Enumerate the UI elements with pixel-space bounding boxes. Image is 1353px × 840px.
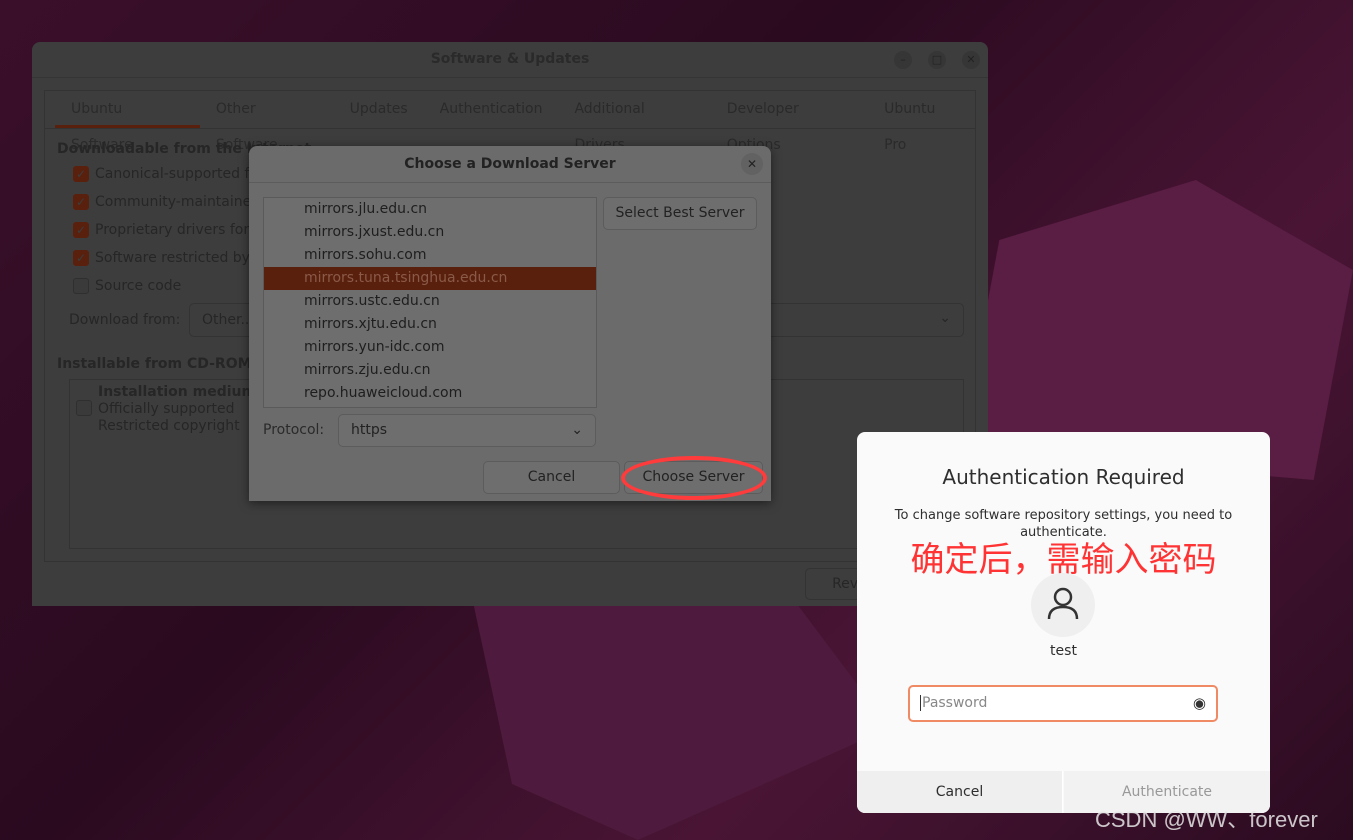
protocol-label: Protocol: [263, 422, 325, 438]
checkbox-unchecked-icon[interactable] [76, 400, 92, 416]
cdrom-line1: Officially supported [98, 401, 235, 417]
server-list: mirrors.jlu.edu.cn mirrors.jxust.edu.cn mi… [263, 197, 597, 408]
protocol-value: https [351, 422, 388, 438]
user-icon [1047, 587, 1079, 620]
checkbox-unchecked-icon [73, 278, 89, 294]
tab-additional-drivers[interactable]: Additional Drivers [558, 91, 710, 153]
cdrom-line2: Restricted copyright [98, 418, 240, 434]
server-list-item[interactable]: mirrors.xjtu.edu.cn [264, 313, 596, 336]
download-from-label: Download from: [69, 312, 181, 328]
cancel-button[interactable]: Cancel [483, 461, 620, 494]
server-list-item[interactable]: mirrors.jlu.edu.cn [264, 198, 596, 221]
auth-cancel-button[interactable]: Cancel [857, 771, 1063, 813]
close-icon[interactable]: ✕ [741, 153, 763, 175]
annotation-ellipse [621, 456, 767, 500]
avatar [1031, 573, 1095, 637]
auth-message: To change software repository settings, … [894, 508, 1233, 540]
tab-ubuntu-pro[interactable]: Ubuntu Pro [868, 91, 975, 153]
server-list-item[interactable]: repo.huaweicloud.com [264, 382, 596, 405]
tab-other-software[interactable]: Other Software [200, 91, 334, 153]
checkbox-label: Source code [95, 278, 182, 294]
checkbox-source-code[interactable]: Source code [73, 278, 181, 294]
checkbox-checked-icon: ✓ [73, 194, 89, 210]
tab-bar: Ubuntu Software Other Software Updates A… [44, 90, 976, 153]
server-list-item[interactable]: mirrors.sohu.com [264, 244, 596, 267]
watermark: CSDN @WW、forever [1095, 807, 1318, 832]
download-from-value: Other... [202, 312, 254, 328]
tab-developer-options[interactable]: Developer Options [711, 91, 868, 153]
server-list-item[interactable]: mirrors.jxust.edu.cn [264, 221, 596, 244]
checkbox-checked-icon: ✓ [73, 250, 89, 266]
password-placeholder: Password [920, 695, 988, 711]
select-best-server-button[interactable]: Select Best Server [603, 197, 757, 230]
close-icon[interactable]: ✕ [962, 51, 980, 69]
dialog-title: Choose a Download Server [249, 146, 771, 183]
username: test [1050, 643, 1077, 659]
tab-ubuntu-software[interactable]: Ubuntu Software [55, 91, 200, 153]
tab-updates[interactable]: Updates [334, 91, 424, 128]
chevron-down-icon: ⌄ [939, 310, 951, 326]
server-list-item[interactable]: mirrors.tuna.tsinghua.edu.cn [264, 267, 596, 290]
maximize-icon[interactable]: □ [928, 51, 946, 69]
auth-title: Authentication Required [942, 465, 1185, 489]
server-list-item[interactable]: mirrors.yun-idc.com [264, 336, 596, 359]
window-title: Software & Updates [32, 42, 988, 78]
authentication-dialog: Authentication Required To change softwa… [857, 432, 1270, 813]
chevron-down-icon: ⌄ [571, 422, 583, 438]
protocol-select[interactable]: https ⌄ [338, 414, 596, 447]
minimize-icon[interactable]: – [894, 51, 912, 69]
password-input[interactable]: Password ◉ [908, 685, 1218, 722]
checkbox-checked-icon: ✓ [73, 222, 89, 238]
server-list-item[interactable]: mirrors.ustc.edu.cn [264, 290, 596, 313]
choose-server-dialog: Choose a Download Server ✕ mirrors.jlu.e… [249, 146, 771, 501]
tab-authentication[interactable]: Authentication [424, 91, 559, 128]
server-list-item[interactable]: mirrors.zju.edu.cn [264, 359, 596, 382]
checkbox-checked-icon: ✓ [73, 166, 89, 182]
eye-icon[interactable]: ◉ [1193, 694, 1206, 712]
